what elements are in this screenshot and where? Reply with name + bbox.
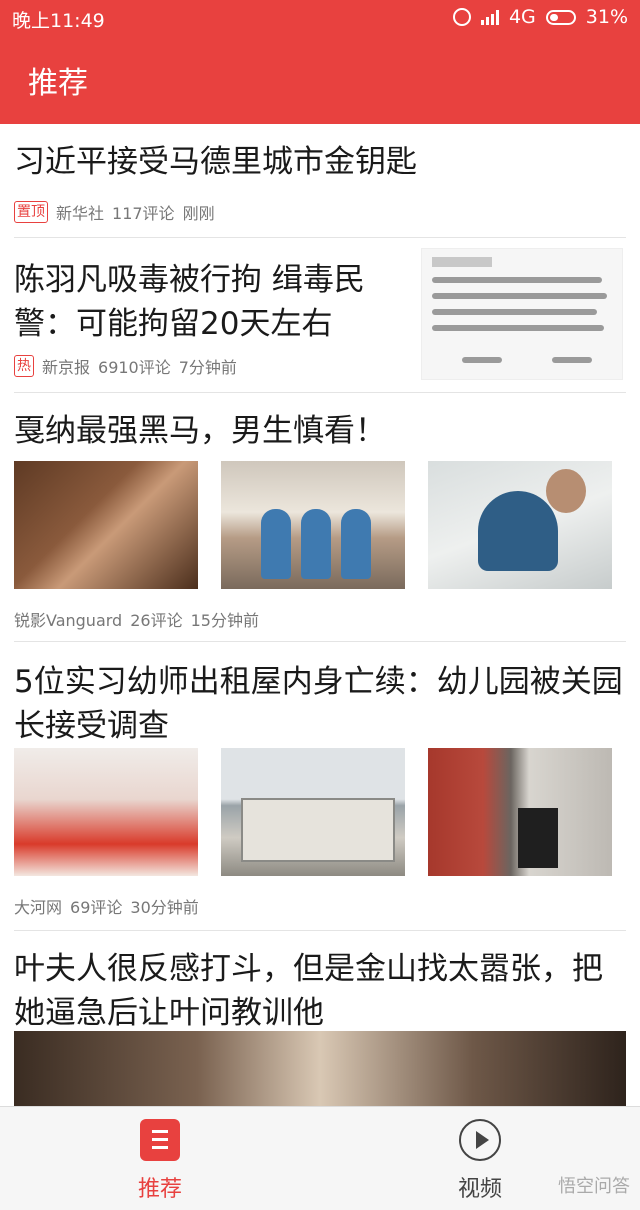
news-item[interactable]: 5位实习幼师出租屋内身亡续：幼儿园被关园长接受调查 大河网 69评论 30分钟前 xyxy=(14,642,626,931)
pinned-badge: 置顶 xyxy=(14,201,48,223)
watermark: 悟空问答 xyxy=(558,1176,630,1197)
news-source: 新华社 xyxy=(56,204,105,223)
news-meta: 大河网 69评论 30分钟前 xyxy=(14,894,199,918)
battery-percent: 31% xyxy=(585,6,628,28)
play-icon xyxy=(459,1119,501,1161)
news-item[interactable]: 习近平接受马德里城市金钥匙 置顶 新华社 117评论 刚刚 xyxy=(14,124,626,238)
news-thumbnail[interactable] xyxy=(221,461,405,589)
news-headline[interactable]: 戛纳最强黑马，男生慎看！ xyxy=(14,409,386,453)
battery-icon xyxy=(545,9,576,25)
news-source: 大河网 xyxy=(14,898,63,917)
tab-video-label: 视频 xyxy=(457,1177,502,1202)
page-title: 推荐 xyxy=(28,66,88,101)
tab-recommend[interactable]: 推荐 xyxy=(100,1119,220,1203)
bottom-nav: 推荐 视频 悟空问答 xyxy=(0,1106,640,1210)
news-headline[interactable]: 习近平接受马德里城市金钥匙 xyxy=(14,140,417,184)
status-icons: 4G 31% xyxy=(452,6,628,28)
news-thumbnail[interactable] xyxy=(14,461,198,589)
news-feed: 习近平接受马德里城市金钥匙 置顶 新华社 117评论 刚刚 陈羽凡吸毒被行拘 缉… xyxy=(0,124,640,1106)
news-source: 新京报 xyxy=(42,358,91,377)
news-meta: 热 新京报 6910评论 7分钟前 xyxy=(14,354,237,378)
news-headline[interactable]: 叶夫人很反感打斗，但是金山找太嚣张，把她逼急后让叶问教训他 xyxy=(14,947,626,1035)
list-icon xyxy=(140,1119,180,1161)
news-comments: 117评论 xyxy=(112,204,175,223)
news-comments: 26评论 xyxy=(130,611,183,630)
news-thumbnail[interactable] xyxy=(428,748,612,876)
signal-icon xyxy=(480,9,499,25)
network-type: 4G xyxy=(508,6,536,28)
news-time: 7分钟前 xyxy=(178,358,237,377)
news-meta: 锐影Vanguard 26评论 15分钟前 xyxy=(14,607,259,631)
news-source: 锐影Vanguard xyxy=(14,611,123,630)
news-comments: 69评论 xyxy=(70,898,123,917)
tab-recommend-label: 推荐 xyxy=(137,1177,182,1202)
status-time: 晚上11:49 xyxy=(12,10,105,32)
news-headline[interactable]: 陈羽凡吸毒被行拘 缉毒民警：可能拘留20天左右 xyxy=(14,258,394,346)
thumbnail-row xyxy=(14,461,612,589)
news-image[interactable] xyxy=(14,1031,626,1106)
news-comments: 6910评论 xyxy=(98,358,171,377)
news-thumbnail[interactable] xyxy=(428,461,612,589)
news-thumbnail[interactable] xyxy=(421,248,623,380)
app-header: 推荐 xyxy=(0,34,640,124)
hot-badge: 热 xyxy=(14,355,34,377)
news-item[interactable]: 戛纳最强黑马，男生慎看！ 锐影Vanguard 26评论 15分钟前 xyxy=(14,393,626,642)
news-thumbnail[interactable] xyxy=(221,748,405,876)
news-thumbnail[interactable] xyxy=(14,748,198,876)
tab-video[interactable]: 视频 xyxy=(420,1119,540,1203)
news-meta: 置顶 新华社 117评论 刚刚 xyxy=(14,200,215,224)
status-bar: 晚上11:49 4G 31% xyxy=(0,0,640,34)
news-item[interactable]: 陈羽凡吸毒被行拘 缉毒民警：可能拘留20天左右 热 新京报 6910评论 7分钟… xyxy=(14,238,626,393)
news-item[interactable]: 叶夫人很反感打斗，但是金山找太嚣张，把她逼急后让叶问教训他 xyxy=(14,931,626,1106)
news-time: 刚刚 xyxy=(182,204,215,223)
news-headline[interactable]: 5位实习幼师出租屋内身亡续：幼儿园被关园长接受调查 xyxy=(14,660,626,748)
news-time: 30分钟前 xyxy=(130,898,199,917)
news-time: 15分钟前 xyxy=(190,611,259,630)
alarm-icon xyxy=(452,8,471,26)
thumbnail-row xyxy=(14,748,612,876)
